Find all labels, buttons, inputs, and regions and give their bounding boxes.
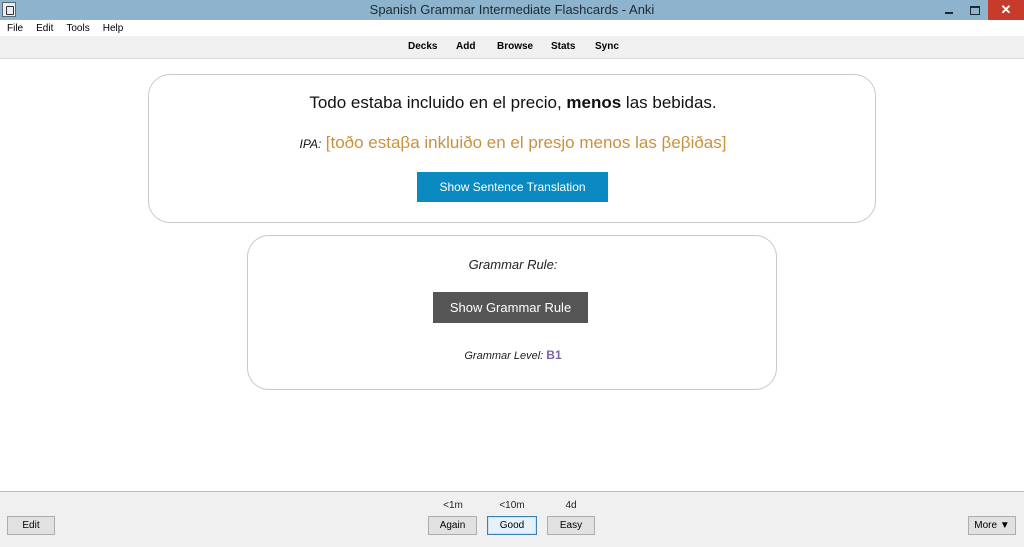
good-button[interactable]: Good (487, 516, 537, 535)
grammar-level-label: Grammar Level: (464, 350, 544, 362)
toolbar-decks-link[interactable]: Decks (408, 41, 437, 52)
title-bar: Spanish Grammar Intermediate Flashcards … (0, 0, 1024, 20)
sentence-part-before: Todo estaba incluido en el precio, (309, 93, 567, 112)
grammar-card: Grammar Rule: Show Grammar Rule Grammar … (247, 235, 777, 390)
show-grammar-rule-button[interactable]: Show Grammar Rule (433, 292, 588, 323)
toolbar-add-link[interactable]: Add (456, 41, 475, 52)
main-toolbar: Decks Add Browse Stats Sync (0, 36, 1024, 59)
answer-bar: Edit <1m <10m 4d Again Good Easy More ▼ (0, 491, 1024, 547)
window-title: Spanish Grammar Intermediate Flashcards … (369, 2, 655, 17)
minimize-icon (945, 12, 953, 14)
toolbar-stats-link[interactable]: Stats (551, 41, 575, 52)
menu-tools[interactable]: Tools (59, 23, 95, 34)
easy-interval: 4d (565, 500, 577, 511)
sentence-highlighted-word: menos (566, 93, 622, 112)
menu-edit[interactable]: Edit (29, 23, 59, 34)
grammar-rule-label: Grammar Rule: (468, 257, 558, 272)
close-button[interactable]: ✕ (988, 0, 1024, 20)
restore-button[interactable] (964, 0, 986, 20)
easy-button[interactable]: Easy (547, 516, 595, 535)
ipa-transcription: [toðo estaβa inkluiðo en el presjo menos… (325, 133, 727, 152)
ipa-label: IPA: (299, 137, 322, 151)
menu-help[interactable]: Help (96, 23, 130, 34)
minimize-button[interactable] (938, 0, 960, 20)
good-interval: <10m (499, 500, 525, 511)
more-button[interactable]: More ▼ (968, 516, 1016, 535)
again-interval: <1m (443, 500, 463, 511)
menu-file[interactable]: File (0, 23, 29, 34)
toolbar-browse-link[interactable]: Browse (497, 41, 533, 52)
spanish-sentence: Todo estaba incluido en el precio, menos… (149, 93, 877, 113)
edit-button[interactable]: Edit (7, 516, 55, 535)
ipa-line: IPA: [toðo estaβa inkluiðo en el presjo … (149, 133, 877, 153)
sentence-part-after: las bebidas. (621, 93, 717, 112)
sentence-card: Todo estaba incluido en el precio, menos… (148, 74, 876, 223)
toolbar-sync-link[interactable]: Sync (595, 41, 619, 52)
restore-icon (970, 5, 980, 15)
close-icon: ✕ (1000, 2, 1012, 17)
again-button[interactable]: Again (428, 516, 477, 535)
grammar-level-value: B1 (546, 348, 562, 362)
menu-bar: File Edit Tools Help (0, 20, 1024, 36)
grammar-level: Grammar Level: B1 (248, 348, 778, 362)
show-sentence-translation-button[interactable]: Show Sentence Translation (417, 172, 608, 202)
